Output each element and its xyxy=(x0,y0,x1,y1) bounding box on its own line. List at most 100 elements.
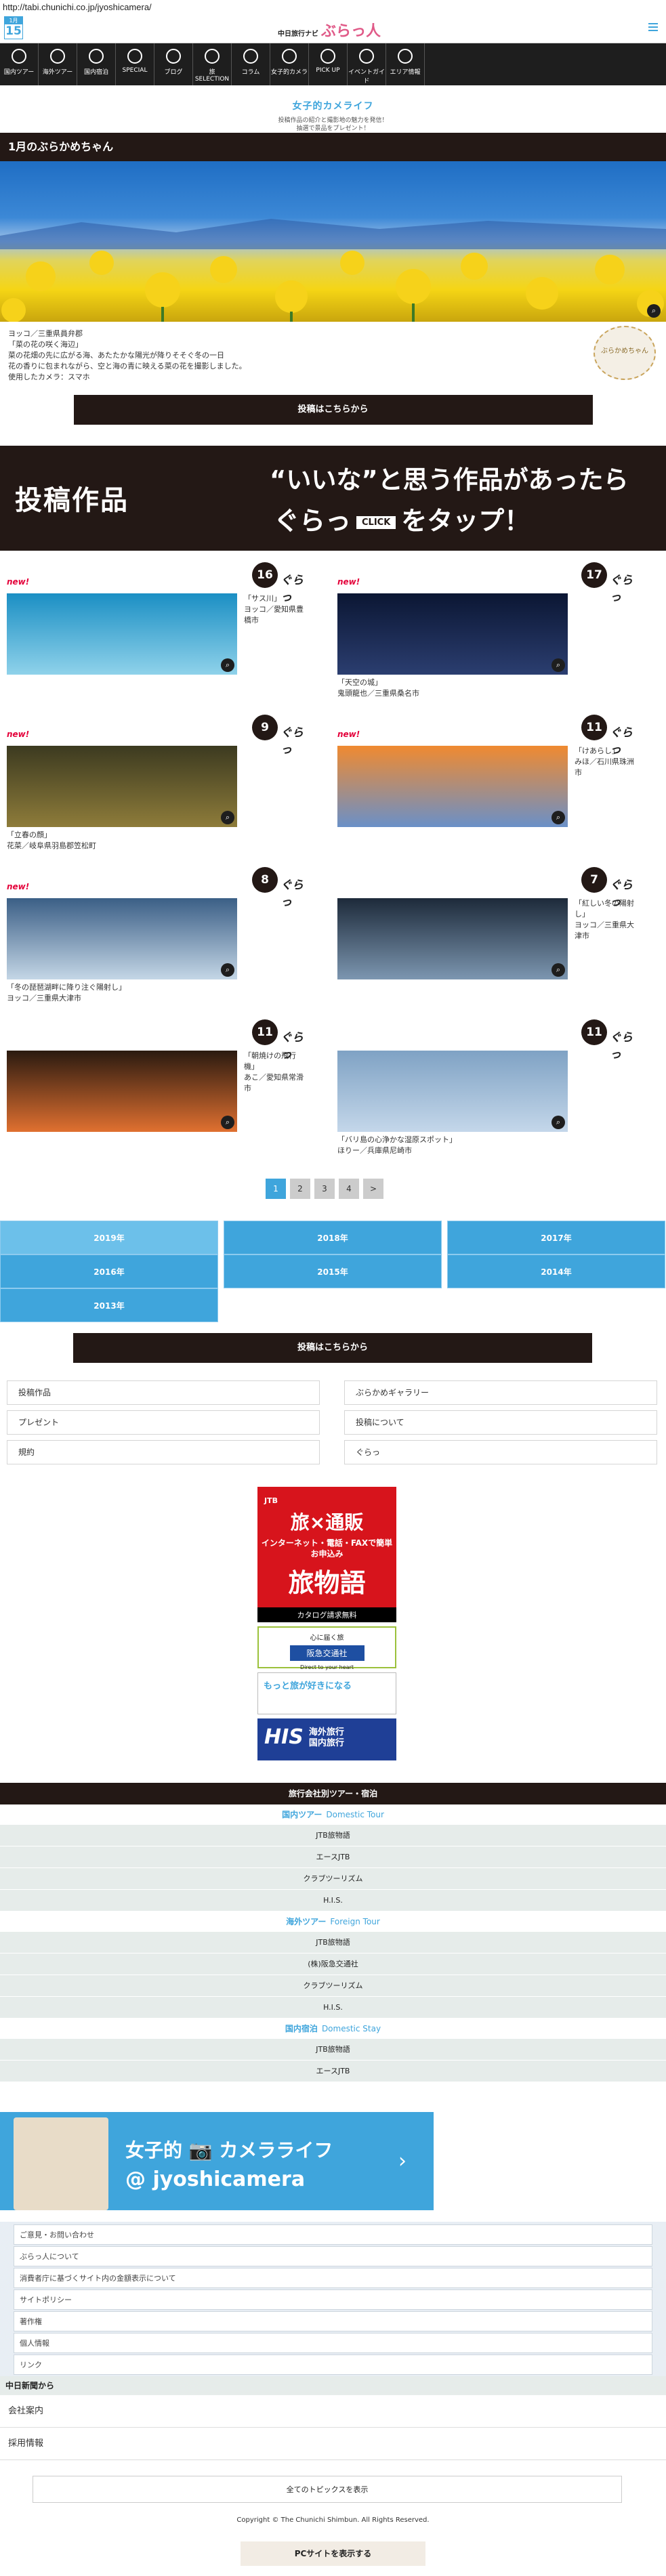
zoom-icon[interactable]: ⌕ xyxy=(221,963,234,977)
hankyu-ad[interactable]: 心に届く旅 阪急交通社 Direct to your heart xyxy=(257,1626,396,1670)
pc-site-button[interactable]: PCサイトを表示する xyxy=(241,2541,425,2566)
jtb-ad[interactable]: JTB 旅×通販 インターネット・電話・FAXで簡単お申込み 旅物語 カタログ請… xyxy=(257,1487,396,1622)
post-button[interactable]: 投稿はこちらから xyxy=(73,395,593,425)
sns-line1-b: カメラライフ xyxy=(219,2139,333,2161)
gura-button[interactable]: ぐらっ xyxy=(610,1028,636,1061)
page-link-1[interactable]: 2 xyxy=(290,1179,310,1199)
gura-button[interactable]: ぐらっ xyxy=(610,570,636,604)
gallery-card[interactable]: new! ⌕ 9 ぐらっ 「立春の顔」 花菜／岐阜県羽島郡笠松町 xyxy=(7,715,305,864)
section-link[interactable]: ぐらっ xyxy=(344,1440,657,1464)
nav-item-6[interactable]: コラム xyxy=(232,43,270,85)
section-link[interactable]: 投稿について xyxy=(344,1410,657,1435)
sns-banner[interactable]: 女子的 📷 カメラライフ @ jyoshicamera › xyxy=(0,2112,434,2210)
footer-link[interactable]: サイトポリシー xyxy=(14,2289,652,2310)
nav-item-4[interactable]: ブログ xyxy=(154,43,193,85)
gallery-card[interactable]: new! ⌕ 16 ぐらっ 「サス川」 ヨッコ／愛知県豊橋市 xyxy=(7,562,305,711)
year-link[interactable]: 2016年 xyxy=(0,1254,218,1288)
page-link-2[interactable]: 3 xyxy=(314,1179,335,1199)
zoom-icon[interactable]: ⌕ xyxy=(647,304,661,318)
url-bar[interactable]: http://tabi.chunichi.co.jp/jyoshicamera/ xyxy=(0,0,666,15)
travel-row[interactable]: (株)阪急交通社 xyxy=(0,1954,666,1975)
chunichi-section: 中日新聞から 会社案内 採用情報 xyxy=(0,2376,666,2460)
gallery-card[interactable]: new! ⌕ 11 ぐらっ 「けあらし」 みほ／石川県珠洲市 xyxy=(337,715,636,864)
footer-link[interactable]: 個人情報 xyxy=(14,2333,652,2353)
gallery-card[interactable]: ⌕ 7 ぐらっ 「紅しい冬の陽射し」 ヨッコ／三重県大津市 xyxy=(337,867,636,1016)
nav-item-9[interactable]: イベントガイド xyxy=(348,43,386,85)
travel-title: 旅行会社別ツアー・宿泊 xyxy=(0,1783,666,1804)
nav-item-2[interactable]: 国内宿泊 xyxy=(77,43,116,85)
gura-button[interactable]: ぐらっ xyxy=(280,875,305,909)
year-link[interactable]: 2015年 xyxy=(224,1254,442,1288)
section-link[interactable]: 投稿作品 xyxy=(7,1380,320,1405)
travel-row[interactable]: JTB旅物語 xyxy=(0,1825,666,1846)
all-topics-button[interactable]: 全てのトピックスを表示 xyxy=(33,2476,622,2503)
gallery-card[interactable]: new! ⌕ 17 ぐらっ 「天空の城」 鬼頭龍也／三重県桑名市 xyxy=(337,562,636,711)
site-logo[interactable]: 中日旅行ナビ ぶらっ人 xyxy=(278,19,381,41)
gallery-card[interactable]: ⌕ 11 ぐらっ 「朝焼けの飛行機」 あこ／愛知県常滑市 xyxy=(7,1019,305,1168)
page-link-4[interactable]: > xyxy=(363,1179,383,1199)
gallery-photo[interactable]: ⌕ xyxy=(337,593,568,675)
gallery-photo[interactable]: ⌕ xyxy=(7,1051,237,1132)
travel-row[interactable]: JTB旅物語 xyxy=(0,2039,666,2061)
year-link[interactable]: 2018年 xyxy=(224,1221,442,1254)
page-link-0[interactable]: 1 xyxy=(266,1179,286,1199)
gallery-title: 「冬の琵琶湖畔に降り注ぐ陽射し」 xyxy=(7,983,126,992)
mountain-icon xyxy=(398,49,413,64)
gallery-photo[interactable]: ⌕ xyxy=(337,1051,568,1132)
gallery-photo[interactable]: ⌕ xyxy=(337,746,568,827)
footer-link[interactable]: 著作権 xyxy=(14,2311,652,2331)
nav-item-1[interactable]: 海外ツアー xyxy=(39,43,77,85)
travel-row[interactable]: クラブツーリズム xyxy=(0,1868,666,1890)
zoom-icon[interactable]: ⌕ xyxy=(551,1116,565,1129)
travel-row[interactable]: JTB旅物語 xyxy=(0,1932,666,1954)
zoom-icon[interactable]: ⌕ xyxy=(551,963,565,977)
gallery-photo[interactable]: ⌕ xyxy=(7,898,237,979)
gallery-card[interactable]: ⌕ 11 ぐらっ 「バリ島の心浄かな湿原スポット」 ほりー／兵庫県尼崎市 xyxy=(337,1019,636,1168)
nav-item-8[interactable]: PICK UP xyxy=(309,43,348,85)
featured-photo[interactable]: ⌕ xyxy=(0,161,666,322)
zoom-icon[interactable]: ⌕ xyxy=(221,811,234,824)
section-link[interactable]: ぶらかめギャラリー xyxy=(344,1380,657,1405)
month-section-title: 1月のぶらかめちゃん xyxy=(0,133,666,161)
chunichi-link[interactable]: 会社案内 xyxy=(0,2395,666,2428)
gallery-photo[interactable]: ⌕ xyxy=(7,746,237,827)
nav-item-0[interactable]: 国内ツアー xyxy=(0,43,39,85)
featured-caption: ヨッコ／三重県員弁郡 「菜の花の咲く海辺」 菜の花畑の先に広がる海、あたたかな陽光が… xyxy=(0,322,666,395)
sns-handle: @ jyoshicamera xyxy=(125,2168,306,2191)
like-count: 8 xyxy=(252,867,278,893)
chunichi-link[interactable]: 採用情報 xyxy=(0,2428,666,2460)
year-link[interactable]: 2019年 xyxy=(0,1221,218,1254)
gallery-card[interactable]: new! ⌕ 8 ぐらっ 「冬の琵琶湖畔に降り注ぐ陽射し」 ヨッコ／三重県大津市 xyxy=(7,867,305,1016)
club-tourism-ad[interactable]: もっと旅が好きになる xyxy=(257,1672,396,1714)
zoom-icon[interactable]: ⌕ xyxy=(221,1116,234,1129)
travel-row[interactable]: エースJTB xyxy=(0,2061,666,2082)
section-link[interactable]: プレゼント xyxy=(7,1410,320,1435)
section-link[interactable]: 規約 xyxy=(7,1440,320,1464)
gura-button[interactable]: ぐらっ xyxy=(280,723,305,757)
nav-item-10[interactable]: エリア情報 xyxy=(386,43,425,85)
hamburger-icon[interactable] xyxy=(648,23,658,31)
nav-item-7[interactable]: 女子的カメラ xyxy=(270,43,309,85)
zoom-icon[interactable]: ⌕ xyxy=(221,658,234,672)
page-link-3[interactable]: 4 xyxy=(339,1179,359,1199)
nav-item-5[interactable]: 旅SELECTION xyxy=(193,43,232,85)
post-button-2[interactable]: 投稿はこちらから xyxy=(73,1333,592,1363)
footer-link[interactable]: ぶらっ人について xyxy=(14,2246,652,2266)
his-ad[interactable]: HIS 海外旅行 国内旅行 xyxy=(257,1718,396,1760)
gallery-photo[interactable]: ⌕ xyxy=(7,593,237,675)
footer-link[interactable]: ご意見・お問い合わせ xyxy=(14,2224,652,2245)
gallery-author: ヨッコ／愛知県豊橋市 xyxy=(244,605,304,625)
gallery-photo[interactable]: ⌕ xyxy=(337,898,568,979)
year-link[interactable]: 2013年 xyxy=(0,1288,218,1322)
year-link[interactable]: 2017年 xyxy=(447,1221,665,1254)
zoom-icon[interactable]: ⌕ xyxy=(551,658,565,672)
year-link[interactable]: 2014年 xyxy=(447,1254,665,1288)
footer-link[interactable]: 消費者庁に基づくサイト内の金額表示について xyxy=(14,2268,652,2288)
zoom-icon[interactable]: ⌕ xyxy=(551,811,565,824)
travel-row[interactable]: H.I.S. xyxy=(0,1997,666,2019)
travel-row[interactable]: クラブツーリズム xyxy=(0,1975,666,1997)
footer-link[interactable]: リンク xyxy=(14,2355,652,2375)
nav-item-3[interactable]: SPECIAL xyxy=(116,43,154,85)
travel-row[interactable]: H.I.S. xyxy=(0,1890,666,1912)
travel-row[interactable]: エースJTB xyxy=(0,1846,666,1868)
